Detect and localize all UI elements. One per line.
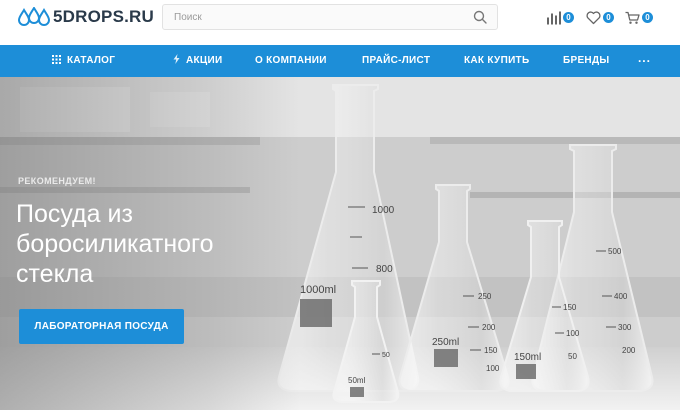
compare-bars-icon <box>547 11 561 25</box>
svg-text:50ml: 50ml <box>348 376 366 385</box>
grid-icon <box>52 54 61 64</box>
logo-text: 5DROPS.RU <box>53 7 154 26</box>
hero-title: Посуда из боросиликатного стекла <box>16 200 214 288</box>
lab-glassware-button[interactable]: ЛАБОРАТОРНАЯ ПОСУДА <box>19 309 184 344</box>
cart-icon <box>625 11 640 24</box>
cart-count-badge: 0 <box>642 12 653 23</box>
nav-item-brands[interactable]: БРЕНДЫ <box>563 45 609 77</box>
svg-text:150ml: 150ml <box>514 352 541 363</box>
svg-text:400: 400 <box>614 292 628 301</box>
svg-text:250ml: 250ml <box>432 337 459 348</box>
svg-text:200: 200 <box>622 346 636 355</box>
nav-label-brands: БРЕНДЫ <box>563 55 610 66</box>
svg-text:100: 100 <box>566 329 580 338</box>
svg-text:500: 500 <box>608 247 622 256</box>
svg-text:200: 200 <box>482 323 496 332</box>
heart-icon <box>586 11 601 25</box>
wishlist-count-badge: 0 <box>603 12 614 23</box>
cart-link[interactable]: 0 <box>624 8 658 28</box>
hero-banner: 1000 800 1000ml 250 200 150 100 250ml 50… <box>0 77 680 410</box>
svg-text:150: 150 <box>484 346 498 355</box>
svg-text:300: 300 <box>618 323 632 332</box>
lightning-icon <box>173 54 180 65</box>
svg-text:250: 250 <box>478 292 492 301</box>
nav-item-about[interactable]: О КОМПАНИИ <box>255 45 327 77</box>
svg-text:50: 50 <box>568 352 577 361</box>
compare-link[interactable]: 0 <box>545 8 577 28</box>
site-header: 5DROPS.RU 0 0 0 <box>0 0 680 45</box>
nav-item-how-to-buy[interactable]: КАК КУПИТЬ <box>464 45 529 77</box>
svg-text:50: 50 <box>382 352 390 359</box>
nav-label-pricelist: ПРАЙС-ЛИСТ <box>362 55 431 66</box>
search-icon[interactable] <box>473 10 487 24</box>
more-dots-icon: ··· <box>638 54 651 68</box>
nav-item-catalog[interactable]: КАТАЛОГ <box>52 45 115 77</box>
compare-count-badge: 0 <box>563 12 574 23</box>
svg-text:100: 100 <box>486 364 500 373</box>
wishlist-link[interactable]: 0 <box>585 8 617 28</box>
nav-item-pricelist[interactable]: ПРАЙС-ЛИСТ <box>362 45 430 77</box>
search-input[interactable] <box>163 5 463 29</box>
nav-item-more[interactable]: ··· <box>638 45 651 77</box>
logo[interactable]: 5DROPS.RU <box>18 7 154 27</box>
svg-text:800: 800 <box>376 264 393 275</box>
nav-label-catalog: КАТАЛОГ <box>67 55 116 66</box>
main-nav: КАТАЛОГ АКЦИИ О КОМПАНИИ ПРАЙС-ЛИСТ КАК … <box>0 45 680 77</box>
drops-logo-icon <box>18 7 50 26</box>
svg-text:1000: 1000 <box>372 205 395 216</box>
hero-eyebrow: РЕКОМЕНДУЕМ! <box>18 176 96 186</box>
search-box <box>162 4 498 30</box>
nav-label-how-to-buy: КАК КУПИТЬ <box>464 55 530 66</box>
svg-text:1000ml: 1000ml <box>300 284 336 296</box>
nav-item-sales[interactable]: АКЦИИ <box>173 45 223 77</box>
svg-text:150: 150 <box>563 303 577 312</box>
nav-label-about: О КОМПАНИИ <box>255 55 327 66</box>
nav-label-sales: АКЦИИ <box>186 55 223 66</box>
